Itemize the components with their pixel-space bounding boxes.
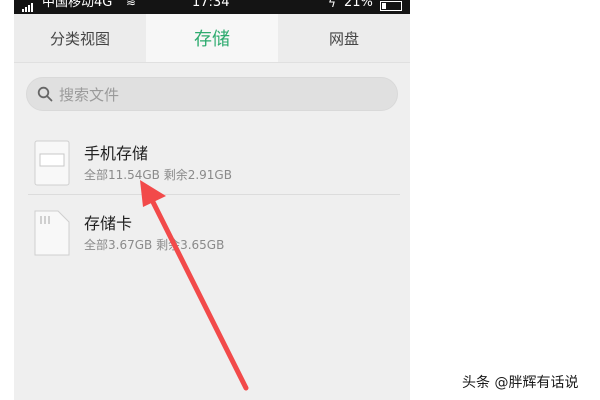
- clock: 17:34: [192, 0, 230, 10]
- storage-item-phone[interactable]: 手机存储 全部11.54GB 剩余2.91GB: [14, 134, 410, 202]
- search-input[interactable]: 搜索文件: [26, 77, 398, 111]
- storage-detail: 全部11.54GB 剩余2.91GB: [84, 168, 232, 182]
- divider: [28, 194, 400, 195]
- phone-screen: 中国移动4G ≋ 17:34 ϟ 21% 分类视图 存储 网盘 搜索文件 手机存…: [14, 0, 410, 400]
- search-placeholder: 搜索文件: [59, 85, 120, 104]
- sd-card-icon: [34, 210, 70, 256]
- wifi-icon: ≋: [126, 0, 137, 9]
- tab-storage[interactable]: 存储: [146, 14, 278, 62]
- battery-icon: [380, 1, 402, 11]
- carrier-label: 中国移动4G: [42, 0, 113, 10]
- charging-icon: ϟ: [328, 0, 336, 10]
- battery-percent: 21%: [344, 0, 373, 10]
- storage-title: 手机存储: [84, 144, 149, 163]
- status-bar: 中国移动4G ≋ 17:34 ϟ 21%: [14, 0, 410, 14]
- storage-title: 存储卡: [84, 214, 133, 233]
- tab-category-view[interactable]: 分类视图: [14, 14, 146, 62]
- storage-detail: 全部3.67GB 剩余3.65GB: [84, 238, 225, 252]
- signal-icon: [22, 2, 33, 12]
- tab-cloud-drive[interactable]: 网盘: [278, 14, 410, 62]
- watermark: 头条 @胖辉有话说: [462, 375, 579, 391]
- storage-item-sd-card[interactable]: 存储卡 全部3.67GB 剩余3.65GB: [14, 204, 410, 272]
- search-icon: [37, 86, 53, 102]
- tab-bar: 分类视图 存储 网盘: [14, 14, 410, 63]
- phone-storage-icon: [34, 140, 70, 186]
